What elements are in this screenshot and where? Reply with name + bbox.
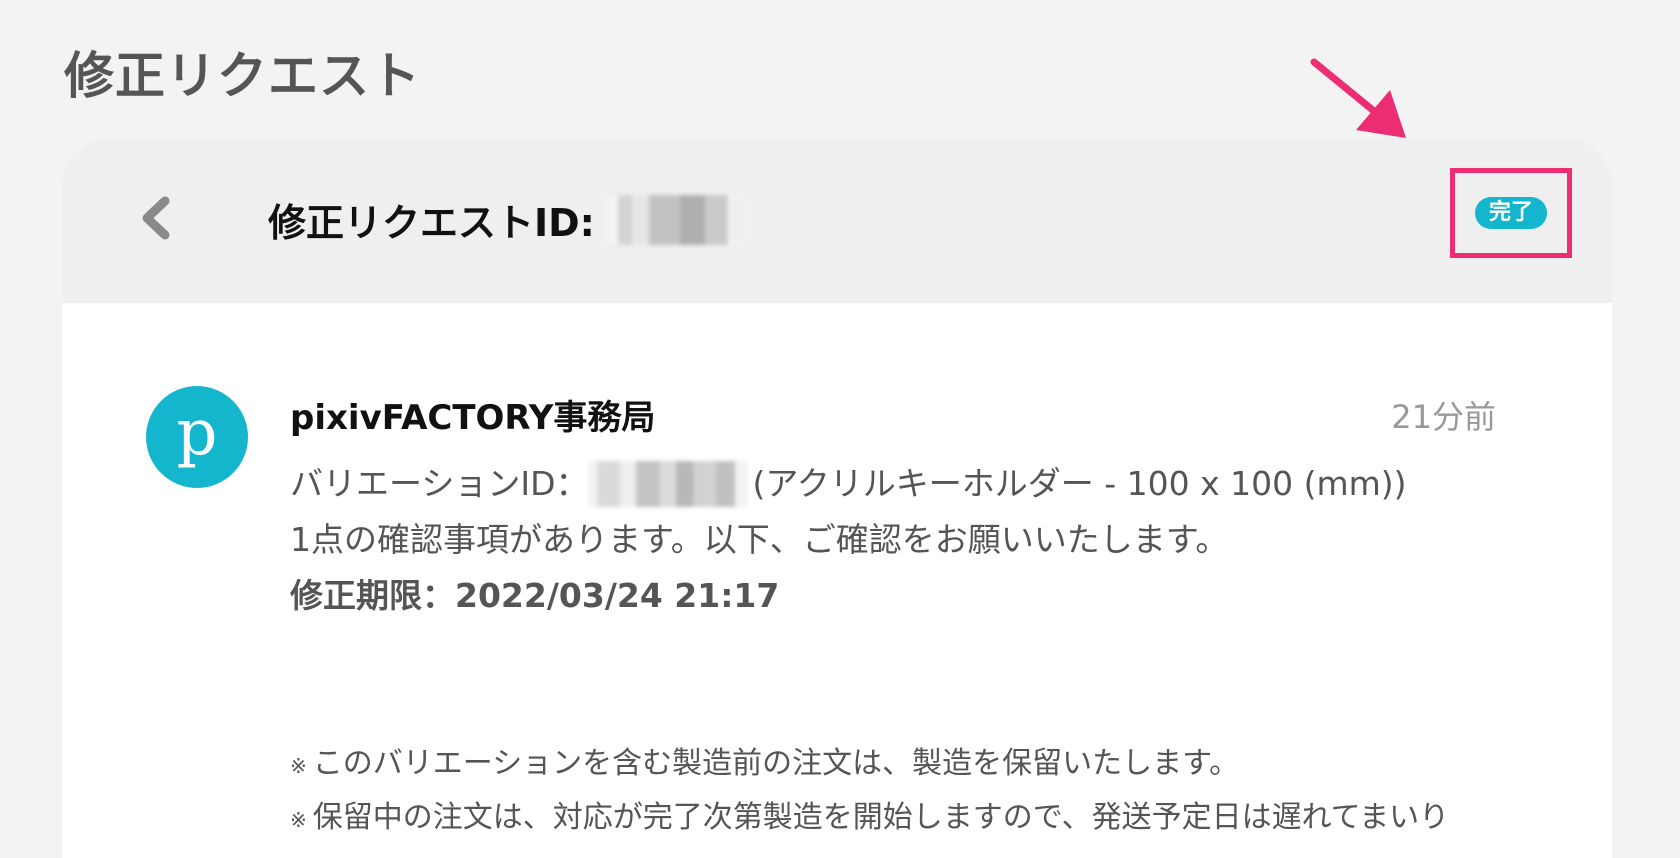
page-title: 修正リクエスト: [64, 47, 421, 105]
variation-line: バリエーションID： (アクリルキーホルダー - 100 x 100 (mm)): [290, 456, 1406, 512]
sender-name: pixivFACTORY事務局: [290, 398, 656, 438]
request-id-value-redacted: [606, 194, 747, 245]
note-mark: ※: [290, 754, 307, 778]
notes-list: ※ このバリエーションを含む製造前の注文は、製造を保留いたします。 ※ 保留中の注文…: [290, 738, 1449, 846]
note-text: このバリエーションを含む製造前の注文は、製造を保留いたします。: [312, 746, 1240, 781]
note-mark: ※: [290, 808, 307, 832]
note-item: ※ 保留中の注文は、対応が完了次第製造を開始しますので、発送予定日は遅れてまいり: [290, 792, 1449, 846]
chevron-left-icon: [142, 196, 170, 240]
status-highlight-box: 完了: [1450, 168, 1572, 258]
note-text: 保留中の注文は、対応が完了次第製造を開始しますので、発送予定日は遅れてまいり: [312, 800, 1450, 835]
request-id-label: 修正リクエストID:: [268, 201, 595, 245]
message-body: バリエーションID： (アクリルキーホルダー - 100 x 100 (mm))…: [290, 456, 1406, 624]
back-button[interactable]: [128, 190, 184, 246]
variation-id-redacted: [588, 461, 749, 507]
avatar: p: [146, 386, 248, 488]
message-timestamp: 21分前: [1391, 398, 1496, 436]
variation-label: バリエーションID：: [290, 464, 589, 503]
variation-product: (アクリルキーホルダー - 100 x 100 (mm)): [752, 464, 1407, 503]
request-id-title: 修正リクエストID:: [268, 192, 747, 247]
message-line: 1点の確認事項があります。以下、ご確認をお願いいたします。: [290, 520, 1229, 559]
request-card: 修正リクエストID: 完了 p pixivFACTORY事務局 21分前 バリエ…: [62, 138, 1612, 858]
note-item: ※ このバリエーションを含む製造前の注文は、製造を保留いたします。: [290, 738, 1449, 792]
card-header: 修正リクエストID: 完了: [62, 138, 1612, 303]
avatar-letter: p: [176, 396, 218, 470]
status-badge: 完了: [1474, 196, 1547, 230]
deadline-text: 修正期限：2022/03/24 21:17: [290, 576, 780, 615]
